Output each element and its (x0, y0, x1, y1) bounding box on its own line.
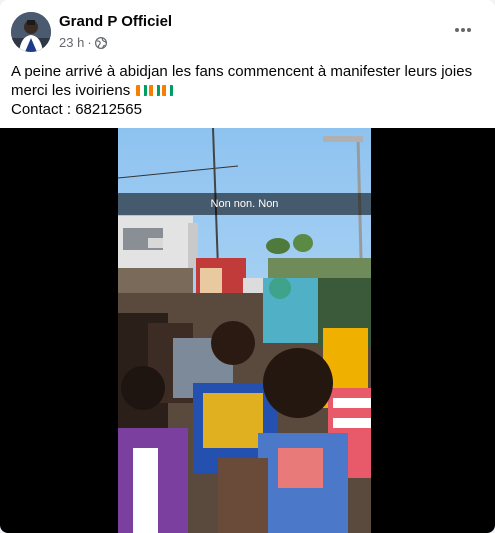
ivory-coast-flag-icon (149, 85, 161, 96)
video-thumbnail (118, 128, 371, 533)
author-name[interactable]: Grand P Officiel (59, 13, 172, 30)
post-header: Grand P Officiel 23 h · (0, 0, 495, 56)
post-meta: 23 h · (59, 35, 107, 50)
more-horizontal-icon (455, 28, 471, 32)
flag-emojis (134, 82, 174, 99)
ivory-coast-flag-icon (136, 85, 148, 96)
post-text-line-1: A peine arrivé à abidjan les fans commen… (11, 63, 473, 80)
globe-icon[interactable] (94, 36, 107, 49)
author-avatar[interactable] (11, 12, 51, 52)
post-timestamp[interactable]: 23 h (59, 35, 84, 50)
post-card: Grand P Officiel 23 h · A peine arrivé à (0, 0, 495, 533)
more-options-button[interactable] (449, 16, 477, 44)
post-text: A peine arrivé à abidjan les fans commen… (11, 62, 486, 119)
meta-separator: · (87, 35, 92, 50)
video-caption: Non non. Non (118, 193, 371, 215)
post-text-contact: Contact : 68212565 (11, 101, 142, 118)
post-text-line-2-wrap: merci les ivoiriens (11, 81, 486, 100)
post-text-line-2: merci les ivoiriens (11, 82, 131, 99)
ivory-coast-flag-icon (162, 85, 174, 96)
video-player[interactable]: Non non. Non (0, 128, 495, 533)
video-frame (118, 128, 371, 533)
